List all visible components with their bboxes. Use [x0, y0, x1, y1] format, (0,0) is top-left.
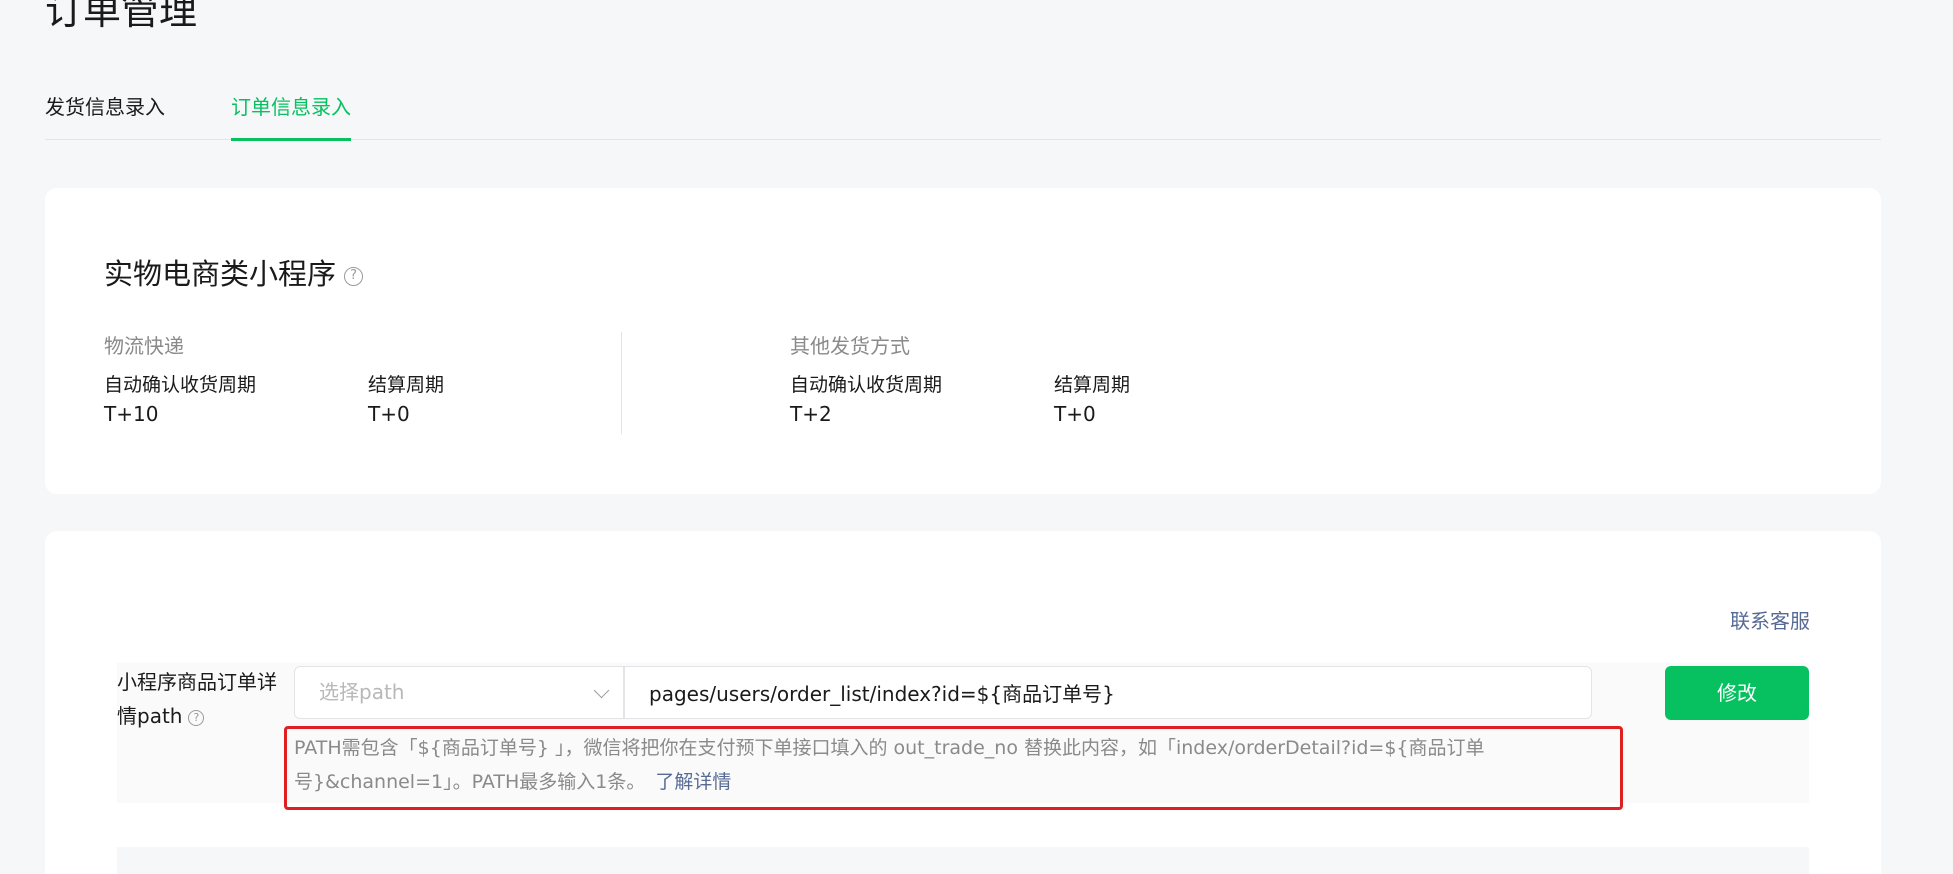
auto-confirm-label: 自动确认收货周期 — [104, 374, 257, 396]
shipping-method-other: 其他发货方式 自动确认收货周期 T+2 结算周期 T+0 — [790, 333, 1210, 431]
mini-program-type-card: 实物电商类小程序? 物流快递 自动确认收货周期 T+10 结算周期 T+0 其他… — [45, 188, 1881, 494]
next-section-strip — [117, 847, 1809, 874]
order-path-card: 联系客服 小程序商品订单详情path? 选择path 修改 PATH需包含「${… — [45, 531, 1881, 874]
settlement-label: 结算周期 — [1054, 374, 1131, 396]
page-title: 订单管理 — [45, 0, 198, 33]
modify-button[interactable]: 修改 — [1665, 666, 1809, 720]
path-select-placeholder: 选择path — [319, 680, 405, 704]
path-select[interactable]: 选择path — [294, 666, 624, 719]
chevron-down-icon — [593, 682, 610, 699]
card-title: 实物电商类小程序? — [104, 256, 364, 292]
highlight-box — [284, 726, 1623, 810]
auto-confirm-value: T+10 — [104, 402, 159, 426]
contact-support-link[interactable]: 联系客服 — [1730, 605, 1810, 634]
auto-confirm-value: T+2 — [790, 402, 832, 426]
tab-shipping-info[interactable]: 发货信息录入 — [45, 94, 165, 138]
question-circle-icon[interactable]: ? — [188, 709, 205, 726]
order-detail-path-label: 小程序商品订单详情path? — [117, 665, 277, 733]
settlement-value: T+0 — [368, 402, 410, 426]
tab-bar: 发货信息录入 订单信息录入 — [45, 84, 1881, 141]
question-circle-icon[interactable]: ? — [344, 266, 364, 286]
shipping-method-name: 其他发货方式 — [790, 334, 910, 358]
auto-confirm-label: 自动确认收货周期 — [790, 374, 943, 396]
settlement-value: T+0 — [1054, 402, 1096, 426]
settlement-label: 结算周期 — [368, 374, 445, 396]
divider — [621, 332, 622, 434]
path-input[interactable] — [624, 666, 1592, 719]
card-title-text: 实物电商类小程序 — [104, 257, 337, 291]
shipping-method-express: 物流快递 自动确认收货周期 T+10 结算周期 T+0 — [104, 333, 524, 431]
tab-order-info[interactable]: 订单信息录入 — [231, 94, 351, 141]
shipping-method-name: 物流快递 — [104, 334, 184, 358]
